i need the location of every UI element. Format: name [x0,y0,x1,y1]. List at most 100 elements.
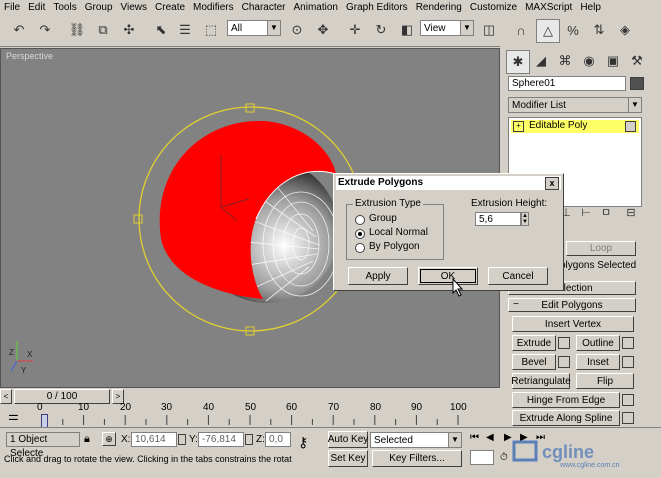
play-icon[interactable]: ▶ [504,432,512,443]
inset-settings-icon[interactable] [622,356,634,368]
modify-tab-icon[interactable]: ◢ [530,50,552,72]
object-color-swatch[interactable] [630,77,644,90]
pivot-center-icon[interactable]: ◫ [478,19,500,41]
bevel-settings-icon[interactable] [558,356,570,368]
outline-settings-icon[interactable] [622,337,634,349]
y-coordinate-field[interactable]: -76,814 [198,432,244,447]
select-and-manipulate-icon[interactable]: ⊙ [286,19,308,41]
menu-create[interactable]: Create [151,2,189,13]
modifier-toggle-icon[interactable] [625,121,636,132]
z-coordinate-field[interactable]: 0,0 [265,432,291,447]
menu-animation[interactable]: Animation [290,2,342,13]
set-key-button[interactable]: Set Key [328,450,368,467]
radio-local-normal[interactable] [355,229,365,239]
select-and-link-icon[interactable]: ⛓ [66,19,88,41]
extrude-button[interactable]: Extrude [512,335,556,351]
expand-icon[interactable]: + [513,121,524,132]
extrude-settings-icon[interactable] [558,337,570,349]
hierarchy-tab-icon[interactable]: ⌘ [554,50,576,72]
ok-button[interactable]: OK [418,267,478,285]
lock-selection-icon[interactable]: 🔒︎ [84,433,90,446]
percent-snap-icon[interactable]: % [562,19,584,41]
undo-icon[interactable]: ↶ [8,19,30,41]
extrude-along-spline-settings-icon[interactable] [622,412,634,424]
y-spinner-icon[interactable] [245,434,253,445]
auto-key-button[interactable]: Auto Key [328,431,368,448]
current-frame-field[interactable] [470,450,494,465]
gizmo-handle-top[interactable] [245,103,255,113]
object-name-field[interactable]: Sphere01 [508,76,626,91]
time-config-icon[interactable]: ⏱ [500,452,508,463]
create-tab-icon[interactable]: ✱ [506,50,530,74]
menu-views[interactable]: Views [117,2,152,13]
hinge-settings-icon[interactable] [622,394,634,406]
key-filters-button[interactable]: Key Filters... [372,450,462,467]
select-by-name-icon[interactable]: ☰ [174,19,196,41]
insert-vertex-button[interactable]: Insert Vertex [512,316,634,332]
go-to-start-icon[interactable]: ⏮ [470,432,479,443]
menu-graph-editors[interactable]: Graph Editors [342,2,412,13]
flip-button[interactable]: Flip [576,373,634,389]
angle-snap-icon[interactable]: △ [536,19,560,43]
extrude-along-spline-button[interactable]: Extrude Along Spline [512,410,620,426]
menu-maxscript[interactable]: MAXScript [521,2,576,13]
scale-icon[interactable]: ◧ [396,19,418,41]
dialog-title-bar[interactable]: Extrude Polygons x [336,176,561,190]
redo-icon[interactable]: ↷ [34,19,56,41]
menu-file[interactable]: File [0,2,24,13]
current-frame-marker[interactable] [41,414,48,428]
x-spinner-icon[interactable] [178,434,186,445]
utilities-tab-icon[interactable]: ⚒ [626,50,648,72]
configure-sets-icon[interactable]: ⊟ [622,204,640,220]
menu-help[interactable]: Help [576,2,605,13]
x-coordinate-field[interactable]: 10,614 [131,432,177,447]
menu-group[interactable]: Group [81,2,117,13]
menu-rendering[interactable]: Rendering [412,2,466,13]
key-mode-dropdown[interactable]: Selected ▼ [370,432,462,448]
radio-by-polygon[interactable] [355,243,365,253]
snaps-toggle-icon[interactable]: ∩ [510,19,532,41]
menu-edit[interactable]: Edit [24,2,49,13]
reference-coordinate-dropdown[interactable]: View ▼ [420,20,474,36]
named-selection-icon[interactable]: ◈ [614,19,636,41]
bevel-button[interactable]: Bevel [512,354,556,370]
extrusion-height-field[interactable]: 5,6 [475,212,521,226]
bind-space-warp-icon[interactable]: ✣ [118,19,140,41]
tick-label: 60 [286,402,298,413]
prev-frame-icon[interactable]: < [0,389,12,404]
absolute-mode-icon[interactable]: ⊕ [102,432,116,446]
track-bar[interactable]: ⚌ 0 10 20 30 40 50 60 70 80 90 100 [0,402,470,428]
selection-region-icon[interactable]: ⬚ [200,19,222,41]
select-object-icon[interactable]: ⬉ [150,19,172,41]
motion-tab-icon[interactable]: ◉ [578,50,600,72]
gizmo-handle-left[interactable] [133,214,143,224]
select-and-rotate-icon[interactable]: ✛ [344,19,366,41]
cancel-button[interactable]: Cancel [488,267,548,285]
inset-button[interactable]: Inset [576,354,620,370]
apply-button[interactable]: Apply [348,267,408,285]
previous-key-icon[interactable]: ◀ [486,432,494,443]
display-tab-icon[interactable]: ▣ [602,50,624,72]
hinge-from-edge-button[interactable]: Hinge From Edge [512,392,620,408]
retriangulate-button[interactable]: Retriangulate [511,373,571,389]
menu-customize[interactable]: Customize [466,2,521,13]
show-end-result-icon[interactable]: ⊢ [578,204,594,220]
remove-modifier-icon[interactable]: ㅁ [598,204,614,220]
stack-item-editable-poly[interactable]: + Editable Poly [511,120,639,133]
close-icon[interactable]: x [545,177,559,190]
select-and-move-icon[interactable]: ✥ [312,19,334,41]
rotate-icon[interactable]: ↻ [370,19,392,41]
menu-tools[interactable]: Tools [49,2,80,13]
height-spinner-icon[interactable]: ▲ ▼ [521,212,529,226]
spinner-snap-icon[interactable]: ⇅ [588,19,610,41]
menu-modifiers[interactable]: Modifiers [189,2,238,13]
menu-character[interactable]: Character [238,2,290,13]
modifier-list-dropdown[interactable]: Modifier List ▼ [508,97,642,113]
curve-editor-icon[interactable]: ⚌ [8,409,19,423]
radio-group[interactable] [355,215,365,225]
edit-polygons-rollout-header[interactable]: − Edit Polygons [508,298,636,312]
outline-button[interactable]: Outline [576,335,620,351]
loop-button[interactable]: Loop [566,241,636,256]
selection-filter-dropdown[interactable]: All ▼ [227,20,281,36]
unlink-icon[interactable]: ⧉ [92,19,114,41]
